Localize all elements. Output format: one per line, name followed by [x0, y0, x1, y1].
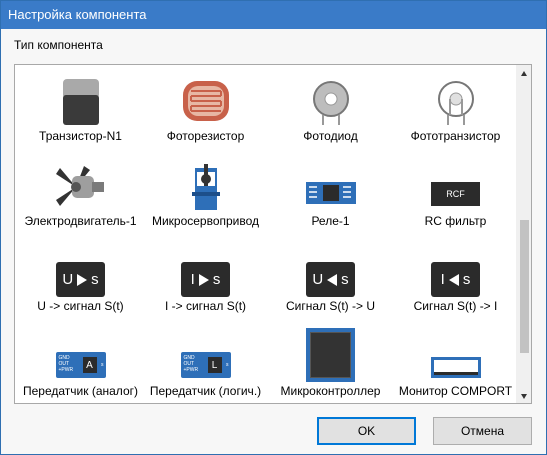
- component-label: RC фильтр: [424, 214, 487, 228]
- component-item-photoresistor[interactable]: Фоторезистор: [143, 73, 268, 155]
- rc-filter-chip: RCF: [431, 182, 480, 206]
- converter-input-label: I: [190, 271, 195, 288]
- com-monitor-icon: [393, 328, 518, 382]
- logic-transmitter-icon: GND OUT +PWR L s: [143, 328, 268, 382]
- component-item-rc-filter[interactable]: RCF RC фильтр: [393, 158, 518, 240]
- u-to-signal-icon: U s: [18, 243, 143, 297]
- converter-input-label: U: [62, 271, 74, 288]
- component-grid: Транзистор-N1 Фоторезистор Фотодиод Фото…: [15, 65, 518, 403]
- component-label: Монитор COMPORT: [398, 384, 513, 398]
- component-item-u-to-signal[interactable]: U s U -> сигнал S(t): [18, 243, 143, 325]
- converter-output-label: U: [312, 271, 324, 288]
- cancel-button[interactable]: Отмена: [433, 417, 532, 445]
- component-item-transistor[interactable]: Транзистор-N1: [18, 73, 143, 155]
- microcontroller-icon: [268, 328, 393, 382]
- component-label: Электродвигатель-1: [24, 214, 137, 228]
- dialog-body: Тип компонента Транзистор-N1 Фоторезисто…: [1, 29, 546, 454]
- arrow-left-icon: [327, 273, 338, 286]
- pin-labels: GND OUT +PWR: [184, 355, 199, 373]
- rc-filter-icon: RCF: [393, 158, 518, 212]
- motor-icon: [18, 158, 143, 212]
- pin-pwr: +PWR: [58, 367, 74, 373]
- component-label: I -> сигнал S(t): [164, 299, 247, 313]
- component-label: Микроконтроллер: [280, 384, 381, 398]
- component-label: Реле-1: [311, 214, 350, 228]
- ok-button[interactable]: OK: [317, 417, 416, 445]
- component-item-signal-to-u[interactable]: U s Сигнал S(t) -> U: [268, 243, 393, 325]
- converter-block: U s: [306, 262, 355, 297]
- phototransistor-icon: [393, 73, 518, 127]
- component-item-signal-to-i[interactable]: I s Сигнал S(t) -> I: [393, 243, 518, 325]
- component-type-label: Тип компонента: [14, 38, 103, 52]
- component-item-servo[interactable]: Микросервопривод: [143, 158, 268, 240]
- component-label: Сигнал S(t) -> I: [413, 299, 498, 313]
- pin-labels: GND OUT +PWR: [59, 355, 74, 373]
- converter-input-label: s: [462, 271, 471, 288]
- component-label: Передатчик (логич.): [149, 384, 262, 398]
- component-item-analog-transmitter[interactable]: GND OUT +PWR A s Передатчик (аналог): [18, 328, 143, 403]
- converter-output-label: I: [440, 271, 445, 288]
- i-to-signal-icon: I s: [143, 243, 268, 297]
- component-label: Сигнал S(t) -> U: [285, 299, 376, 313]
- component-label: Транзистор-N1: [39, 129, 122, 143]
- monitor-screen: [430, 357, 481, 378]
- relay-icon: [268, 158, 393, 212]
- analog-transmitter-icon: GND OUT +PWR A s: [18, 328, 143, 382]
- component-item-phototransistor[interactable]: Фототранзистор: [393, 73, 518, 155]
- transmitter-chip: A: [82, 357, 97, 373]
- photodiode-icon: [268, 73, 393, 127]
- title-bar[interactable]: Настройка компонента: [1, 1, 546, 29]
- component-item-logic-transmitter[interactable]: GND OUT +PWR L s Передатчик (логич.): [143, 328, 268, 403]
- converter-block: I s: [431, 262, 480, 297]
- transmitter-board: GND OUT +PWR L s: [180, 352, 231, 378]
- component-item-relay[interactable]: Реле-1: [268, 158, 393, 240]
- servo-icon: [143, 158, 268, 212]
- component-label: Фоторезистор: [166, 129, 245, 143]
- pin-pwr: +PWR: [183, 367, 199, 373]
- converter-block: I s: [181, 262, 230, 297]
- component-item-i-to-signal[interactable]: I s I -> сигнал S(t): [143, 243, 268, 325]
- component-item-motor[interactable]: Электродвигатель-1: [18, 158, 143, 240]
- component-list-panel: Транзистор-N1 Фоторезистор Фотодиод Фото…: [14, 64, 532, 404]
- component-label: Фототранзистор: [410, 129, 501, 143]
- transistor-icon: [18, 73, 143, 127]
- arrow-left-icon: [448, 273, 459, 286]
- scroll-up-arrow-icon[interactable]: [516, 65, 531, 82]
- converter-input-label: s: [341, 271, 349, 288]
- transmitter-chip: L: [207, 357, 222, 373]
- transmitter-s-label: s: [101, 362, 104, 368]
- arrow-right-icon: [77, 273, 88, 286]
- component-label: Передатчик (аналог): [23, 384, 138, 398]
- window-title: Настройка компонента: [8, 7, 147, 22]
- signal-to-i-icon: I s: [393, 243, 518, 297]
- converter-output-label: s: [212, 271, 221, 288]
- transmitter-s-label: s: [226, 362, 229, 368]
- component-item-photodiode[interactable]: Фотодиод: [268, 73, 393, 155]
- component-settings-dialog: Настройка компонента Тип компонента Тран…: [0, 0, 547, 455]
- signal-to-u-icon: U s: [268, 243, 393, 297]
- converter-block: U s: [56, 262, 105, 297]
- arrow-right-icon: [198, 273, 209, 286]
- component-label: Микросервопривод: [151, 214, 260, 228]
- converter-output-label: s: [91, 271, 99, 288]
- scrollbar-thumb[interactable]: [520, 220, 529, 353]
- component-label: U -> сигнал S(t): [37, 299, 124, 313]
- scroll-down-arrow-icon[interactable]: [516, 388, 531, 403]
- vertical-scrollbar[interactable]: [516, 65, 531, 403]
- component-label: Фотодиод: [303, 129, 358, 143]
- component-item-microcontroller[interactable]: Микроконтроллер: [268, 328, 393, 403]
- photoresistor-icon: [143, 73, 268, 127]
- transmitter-board: GND OUT +PWR A s: [55, 352, 106, 378]
- microcontroller-board: [306, 328, 355, 382]
- component-item-com-monitor[interactable]: Монитор COMPORT: [393, 328, 518, 403]
